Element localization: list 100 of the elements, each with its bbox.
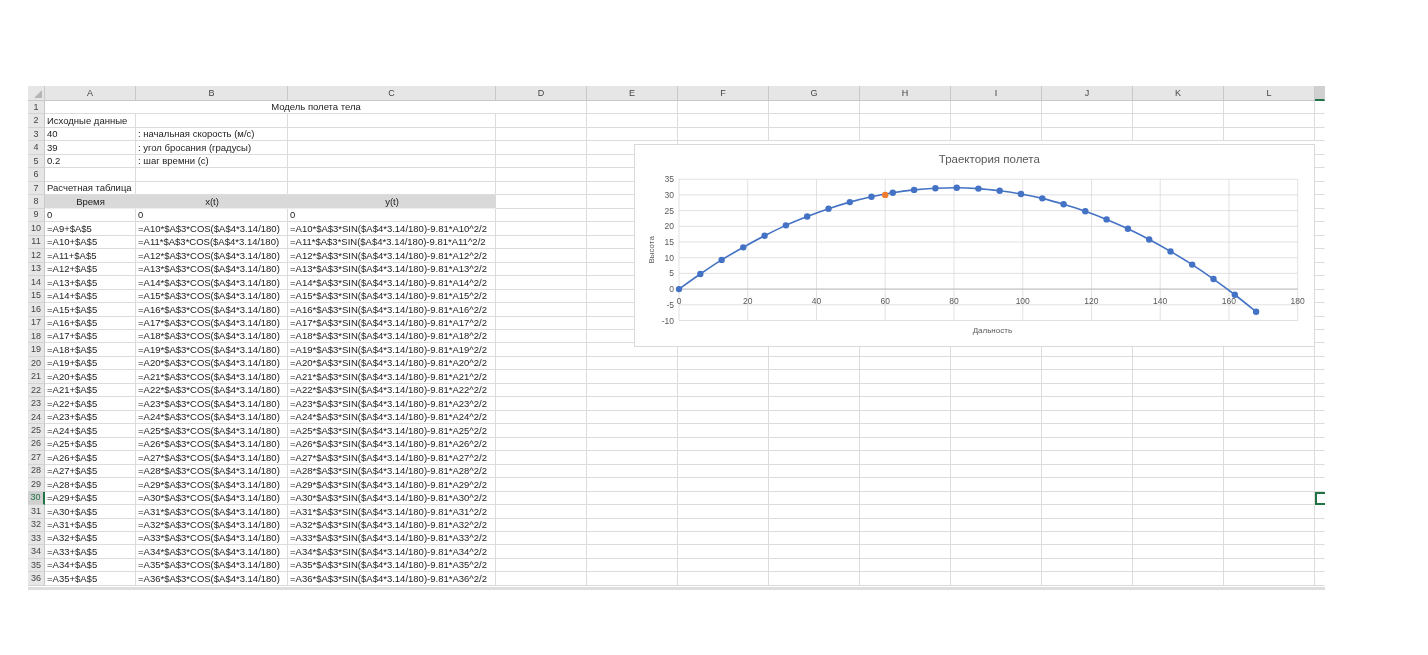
table-cell: =A32+$A$5 xyxy=(45,532,136,546)
row-header[interactable]: 34 xyxy=(28,545,45,559)
table-cell: =A29*$A$3*COS($A$4*3.14/180) xyxy=(136,478,288,492)
table-cell: =A28+$A$5 xyxy=(45,478,136,492)
table-cell: =A22+$A$5 xyxy=(45,397,136,411)
row-header[interactable]: 33 xyxy=(28,532,45,546)
tick-label: 5 xyxy=(669,268,674,279)
table-cell: =A9+$A$5 xyxy=(45,222,136,236)
column-header[interactable]: I xyxy=(951,86,1042,101)
tick-label: 30 xyxy=(664,189,674,200)
row-header[interactable]: 14 xyxy=(28,276,45,290)
table-cell: =A27*$A$3*COS($A$4*3.14/180) xyxy=(136,451,288,465)
tick-label: 35 xyxy=(664,174,674,185)
tick-label: 15 xyxy=(664,237,674,247)
axis-title: Высота xyxy=(647,236,656,264)
table-cell: =A15+$A$5 xyxy=(45,303,136,317)
table-cell: =A10*$A$3*SIN($A$4*3.14/180)-9.81*A10^2/2 xyxy=(288,222,496,236)
table-cell: =A21*$A$3*SIN($A$4*3.14/180)-9.81*A21^2/2 xyxy=(288,370,496,384)
table-cell: =A23*$A$3*COS($A$4*3.14/180) xyxy=(136,397,288,411)
table-cell: =A16*$A$3*SIN($A$4*3.14/180)-9.81*A16^2/2 xyxy=(288,303,496,317)
table-cell: =A27*$A$3*SIN($A$4*3.14/180)-9.81*A27^2/2 xyxy=(288,451,496,465)
table-cell: =A18+$A$5 xyxy=(45,343,136,357)
table-cell: =A12*$A$3*COS($A$4*3.14/180) xyxy=(136,249,288,263)
column-header[interactable] xyxy=(1315,86,1325,101)
table-cell: 39 xyxy=(45,141,136,155)
column-header[interactable]: E xyxy=(587,86,678,101)
column-header[interactable]: K xyxy=(1133,86,1224,101)
tick-label: 40 xyxy=(811,295,822,306)
chart-title: Траектория полета xyxy=(938,153,1040,165)
row-header[interactable]: 12 xyxy=(28,249,45,263)
row-header[interactable]: 31 xyxy=(28,505,45,519)
table-cell: =A24+$A$5 xyxy=(45,424,136,438)
column-header[interactable]: G xyxy=(769,86,860,101)
column-header[interactable]: C xyxy=(288,86,496,101)
column-header[interactable]: H xyxy=(860,86,951,101)
column-header[interactable]: L xyxy=(1224,86,1315,101)
row-header[interactable]: 21 xyxy=(28,370,45,384)
table-cell: =A25*$A$3*COS($A$4*3.14/180) xyxy=(136,424,288,438)
column-header[interactable]: A xyxy=(45,86,136,101)
row-header[interactable]: 36 xyxy=(28,572,45,586)
row-header[interactable]: 19 xyxy=(28,343,45,357)
tick-label: -10 xyxy=(661,315,674,326)
table-cell: =A31*$A$3*SIN($A$4*3.14/180)-9.81*A31^2/2 xyxy=(288,505,496,519)
column-header[interactable]: D xyxy=(496,86,587,101)
tick-label: 0 xyxy=(669,284,674,295)
tick-label: 80 xyxy=(949,295,959,306)
table-cell: =A35+$A$5 xyxy=(45,572,136,586)
table-cell: =A13+$A$5 xyxy=(45,276,136,290)
column-header[interactable]: J xyxy=(1042,86,1133,101)
row-header[interactable]: 23 xyxy=(28,397,45,411)
row-header[interactable]: 1 xyxy=(28,101,45,115)
selected-cell[interactable] xyxy=(1315,491,1325,506)
row-header[interactable]: 16 xyxy=(28,303,45,317)
row-header[interactable]: 8 xyxy=(28,195,45,209)
tick-label: 0 xyxy=(676,295,682,306)
column-header[interactable]: F xyxy=(678,86,769,101)
axis-title: Дальность xyxy=(972,326,1013,335)
row-header[interactable]: 2 xyxy=(28,114,45,128)
table-cell: Исходные данные xyxy=(45,114,136,128)
table-cell: =A14*$A$3*SIN($A$4*3.14/180)-9.81*A14^2/2 xyxy=(288,276,496,290)
table-cell: =A25*$A$3*SIN($A$4*3.14/180)-9.81*A25^2/2 xyxy=(288,424,496,438)
header-cell: x(t) xyxy=(136,195,288,209)
row-header[interactable]: 27 xyxy=(28,451,45,465)
table-cell: =A33+$A$5 xyxy=(45,545,136,559)
table-cell: =A36*$A$3*SIN($A$4*3.14/180)-9.81*A36^2/2 xyxy=(288,572,496,586)
row-header[interactable]: 10 xyxy=(28,222,45,236)
tick-label: 180 xyxy=(1290,295,1305,306)
tick-label: 20 xyxy=(743,295,753,306)
table-cell: =A20+$A$5 xyxy=(45,370,136,384)
row-header[interactable]: 4 xyxy=(28,141,45,155)
tick-label: 160 xyxy=(1221,295,1237,306)
table-cell: =A12*$A$3*SIN($A$4*3.14/180)-9.81*A12^2/2 xyxy=(288,249,496,263)
table-cell: =A10*$A$3*COS($A$4*3.14/180) xyxy=(136,222,288,236)
row-header[interactable]: 29 xyxy=(28,478,45,492)
tick-label: -5 xyxy=(666,299,674,310)
tick-label: 10 xyxy=(664,252,674,263)
table-cell: =A33*$A$3*COS($A$4*3.14/180) xyxy=(136,532,288,546)
header-cell: y(t) xyxy=(288,195,496,209)
table-cell: : угол бросания (градусы) xyxy=(136,141,288,155)
table-cell: =A30+$A$5 xyxy=(45,505,136,519)
table-cell: =A11+$A$5 xyxy=(45,249,136,263)
row-header[interactable]: 6 xyxy=(28,168,45,182)
table-cell: =A26+$A$5 xyxy=(45,451,136,465)
tick-label: 25 xyxy=(664,205,674,216)
tick-label: 120 xyxy=(1084,295,1099,306)
table-cell: =A19*$A$3*COS($A$4*3.14/180) xyxy=(136,343,288,357)
row-header[interactable]: 25 xyxy=(28,424,45,438)
tick-label: 20 xyxy=(664,221,674,232)
table-cell: =A31*$A$3*COS($A$4*3.14/180) xyxy=(136,505,288,519)
table-cell: =A34*$A$3*COS($A$4*3.14/180) xyxy=(136,545,288,559)
tick-label: 140 xyxy=(1153,295,1168,306)
column-header[interactable]: B xyxy=(136,86,288,101)
header-cell: Время xyxy=(45,195,136,209)
tick-label: 100 xyxy=(1015,295,1030,306)
table-cell: =A16*$A$3*COS($A$4*3.14/180) xyxy=(136,303,288,317)
tick-label: 60 xyxy=(880,295,890,306)
table-cell: =A33*$A$3*SIN($A$4*3.14/180)-9.81*A33^2/2 xyxy=(288,532,496,546)
table-cell: =A19*$A$3*SIN($A$4*3.14/180)-9.81*A19^2/2 xyxy=(288,343,496,357)
sheet-title: Модель полета тела xyxy=(45,101,587,115)
table-cell: =A29*$A$3*SIN($A$4*3.14/180)-9.81*A29^2/2 xyxy=(288,478,496,492)
